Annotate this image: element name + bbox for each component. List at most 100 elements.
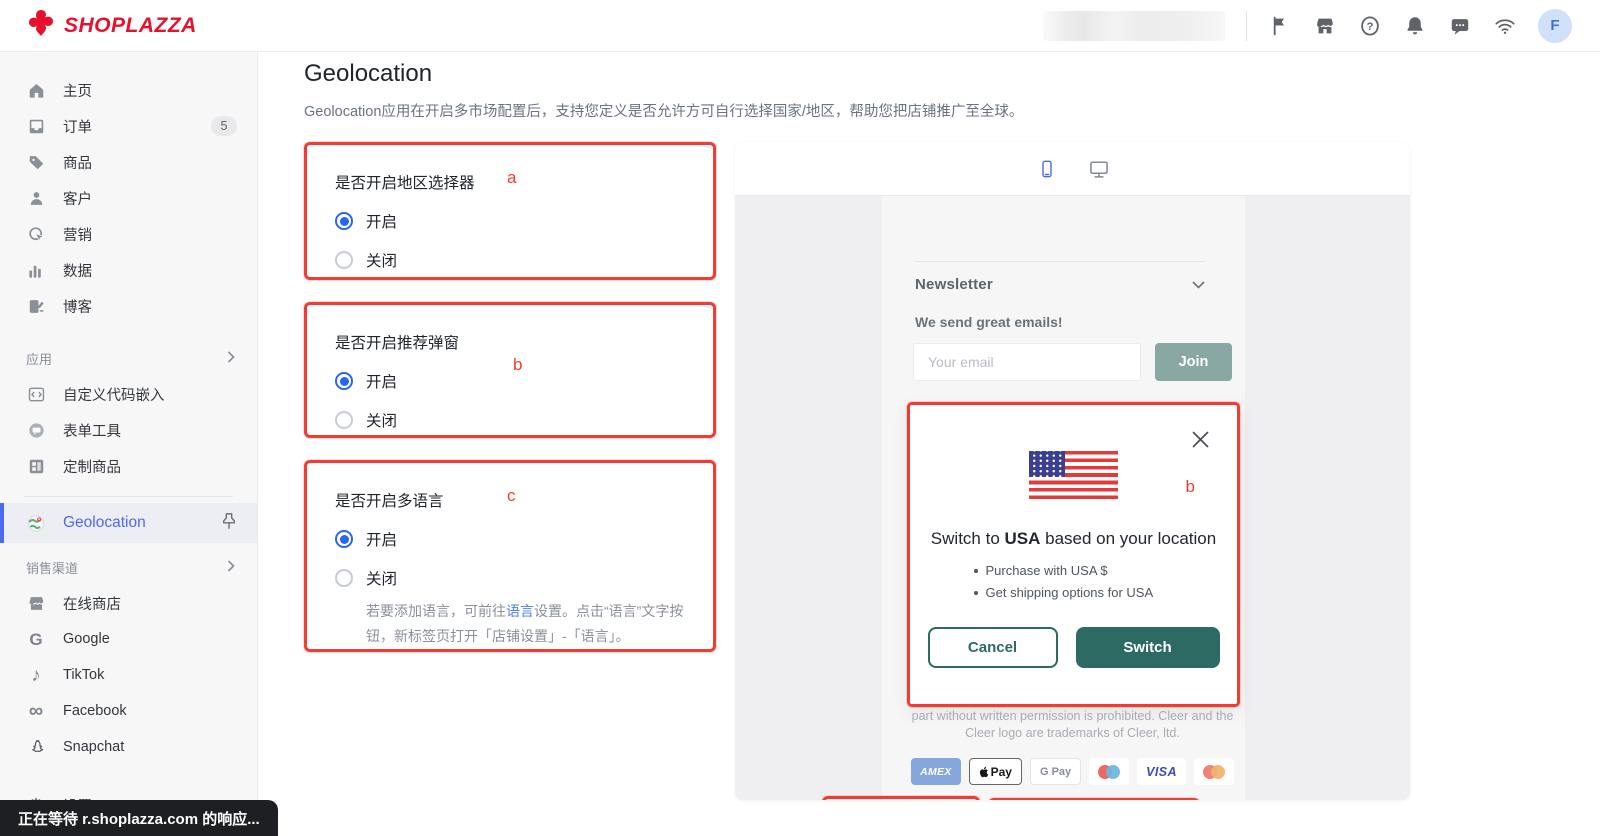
help-icon[interactable]: ? xyxy=(1358,14,1382,38)
tiktok-icon: ♪ xyxy=(31,664,41,686)
sidebar-item-tiktok[interactable]: ♪ TikTok xyxy=(0,657,257,693)
geolocation-switch-modal: b Switch to USA based on your location P… xyxy=(907,402,1240,707)
storefront-icon[interactable] xyxy=(1313,14,1337,38)
chevron-down-icon[interactable] xyxy=(1192,276,1205,293)
cancel-button[interactable]: Cancel xyxy=(927,627,1058,668)
amex-badge: AMEX xyxy=(911,758,961,785)
sidebar-section-channels[interactable]: 销售渠道 xyxy=(0,549,257,585)
radio-selected-icon[interactable] xyxy=(335,530,353,548)
online-store-icon xyxy=(26,593,46,613)
sidebar-item-marketing[interactable]: 营销 xyxy=(0,216,257,252)
sidebar-divider xyxy=(24,496,233,497)
sidebar-item-orders[interactable]: 订单 5 xyxy=(0,108,257,144)
newsletter-email-input[interactable] xyxy=(913,343,1141,381)
google-pay-badge: G Pay xyxy=(1029,758,1082,785)
sidebar-item-custom-code[interactable]: 自定义代码嵌入 xyxy=(0,376,257,412)
mobile-view-icon[interactable] xyxy=(1034,156,1060,182)
blog-icon xyxy=(26,296,46,316)
sidebar-item-geolocation[interactable]: Geolocation xyxy=(0,503,257,543)
radio-lang-off[interactable]: 关闭 xyxy=(335,567,685,589)
legal-text-line1: part without written permission is prohi… xyxy=(911,709,1234,723)
chat-icon[interactable] xyxy=(1448,14,1472,38)
page-title: Geolocation xyxy=(304,60,433,87)
close-icon[interactable] xyxy=(1192,431,1209,453)
apple-pay-badge: Pay xyxy=(968,758,1022,785)
sidebar-item-blog[interactable]: 博客 xyxy=(0,288,257,324)
pushpin-icon[interactable] xyxy=(221,512,237,535)
radio-lang-on[interactable]: 开启 xyxy=(335,528,685,550)
sidebar: 主页 订单 5 商品 客户 营销 数据 博客 应用 自定义代码嵌入 表单工具 定… xyxy=(0,52,258,836)
orders-icon xyxy=(26,116,46,136)
modal-bullets: Purchase with USA $ Get shipping options… xyxy=(910,563,1237,600)
person-icon xyxy=(26,188,46,208)
bullet-item: Purchase with USA $ xyxy=(974,563,1174,578)
radio-unselected-icon[interactable] xyxy=(335,411,353,429)
sidebar-item-snapchat[interactable]: Snapchat xyxy=(0,729,257,765)
desktop-view-icon[interactable] xyxy=(1086,156,1112,182)
svg-text:?: ? xyxy=(1367,21,1374,33)
sidebar-section-apps[interactable]: 应用 xyxy=(0,340,257,376)
flag-icon[interactable] xyxy=(1268,14,1292,38)
usa-flag xyxy=(1029,451,1118,499)
option-box-recommend-popup: 是否开启推荐弹窗 b 开启 关闭 xyxy=(304,302,716,438)
option-question: 是否开启推荐弹窗 xyxy=(335,335,460,352)
form-tool-icon xyxy=(26,420,46,440)
sidebar-item-form-tool[interactable]: 表单工具 xyxy=(0,412,257,448)
sidebar-item-analytics[interactable]: 数据 xyxy=(0,252,257,288)
radio-unselected-icon[interactable] xyxy=(335,569,353,587)
radio-unselected-icon[interactable] xyxy=(335,251,353,269)
sidebar-item-custom-product[interactable]: 定制商品 xyxy=(0,448,257,484)
preview-device-toolbar xyxy=(735,142,1410,196)
storefront-preview-panel: Newsletter We send great emails! Join b … xyxy=(735,142,1410,800)
search-box-redacted[interactable] xyxy=(1043,10,1225,41)
newsletter-section-header[interactable]: Newsletter xyxy=(915,276,1205,293)
radio-selected-icon[interactable] xyxy=(335,212,353,230)
sidebar-item-google[interactable]: G Google xyxy=(0,621,257,657)
google-icon: G xyxy=(29,629,43,649)
legal-text-line2: Cleer logo are trademarks of Cleer, ltd. xyxy=(965,726,1180,740)
radio-popup-on[interactable]: 开启 xyxy=(335,370,685,392)
topbar-divider xyxy=(1246,10,1247,41)
mastercard-badge xyxy=(1193,758,1234,785)
sidebar-item-home[interactable]: 主页 xyxy=(0,72,257,108)
sidebar-item-products[interactable]: 商品 xyxy=(0,144,257,180)
tag-icon xyxy=(26,152,46,172)
join-button[interactable]: Join xyxy=(1155,343,1232,381)
maestro-badge xyxy=(1089,758,1130,785)
radio-selected-icon[interactable] xyxy=(335,372,353,390)
option-box-region-selector: 是否开启地区选择器 a 开启 关闭 xyxy=(304,142,716,280)
option-box-multi-language: 是否开启多语言 c 开启 关闭 若要添加语言，可前往语言设置。点击“语言”文字按… xyxy=(304,460,716,652)
avatar[interactable]: F xyxy=(1538,8,1572,43)
sidebar-item-facebook[interactable]: ∞ Facebook xyxy=(0,693,257,729)
newsletter-subtext: We send great emails! xyxy=(915,314,1063,330)
geolocation-globe-icon xyxy=(26,513,46,533)
currency-selector-box: US (USD $) a xyxy=(988,798,1200,800)
code-embed-icon xyxy=(26,384,46,404)
modal-title: Switch to USA based on your location xyxy=(930,529,1217,548)
annotation-b: b xyxy=(1185,477,1195,496)
annotation-b: b xyxy=(513,355,523,374)
language-selector-box: c English xyxy=(822,796,980,800)
radio-region-on[interactable]: 开启 xyxy=(335,210,685,232)
wifi-icon[interactable] xyxy=(1493,14,1517,38)
brand-name: SHOPLAZZA xyxy=(64,13,197,37)
shoplazza-admin: SHOPLAZZA ? F 主页 订单 5 商品 客户 营销 数据 博客 应用 … xyxy=(0,0,1600,836)
radio-popup-off[interactable]: 关闭 xyxy=(335,409,685,431)
payment-methods-row: AMEX Pay G Pay VISA xyxy=(735,758,1410,785)
bell-icon[interactable] xyxy=(1403,14,1427,38)
shoplazza-logo-icon xyxy=(26,8,56,43)
bar-chart-icon xyxy=(26,260,46,280)
switch-button[interactable]: Switch xyxy=(1075,627,1220,668)
meta-icon: ∞ xyxy=(28,700,44,722)
sidebar-item-online-store[interactable]: 在线商店 xyxy=(0,585,257,621)
section-divider xyxy=(915,261,1205,262)
page-description: Geolocation应用在开启多市场配置后，支持您定义是否允许方可自行选择国家… xyxy=(304,104,1024,120)
preview-body: Newsletter We send great emails! Join b … xyxy=(735,196,1410,800)
sidebar-item-customers[interactable]: 客户 xyxy=(0,180,257,216)
radio-region-off[interactable]: 关闭 xyxy=(335,249,685,271)
marketing-icon xyxy=(26,224,46,244)
topbar: SHOPLAZZA ? F xyxy=(0,0,1600,52)
language-settings-link[interactable]: 语言 xyxy=(506,603,534,619)
chevron-right-icon xyxy=(227,559,235,575)
shoplazza-logo[interactable]: SHOPLAZZA xyxy=(0,8,197,43)
